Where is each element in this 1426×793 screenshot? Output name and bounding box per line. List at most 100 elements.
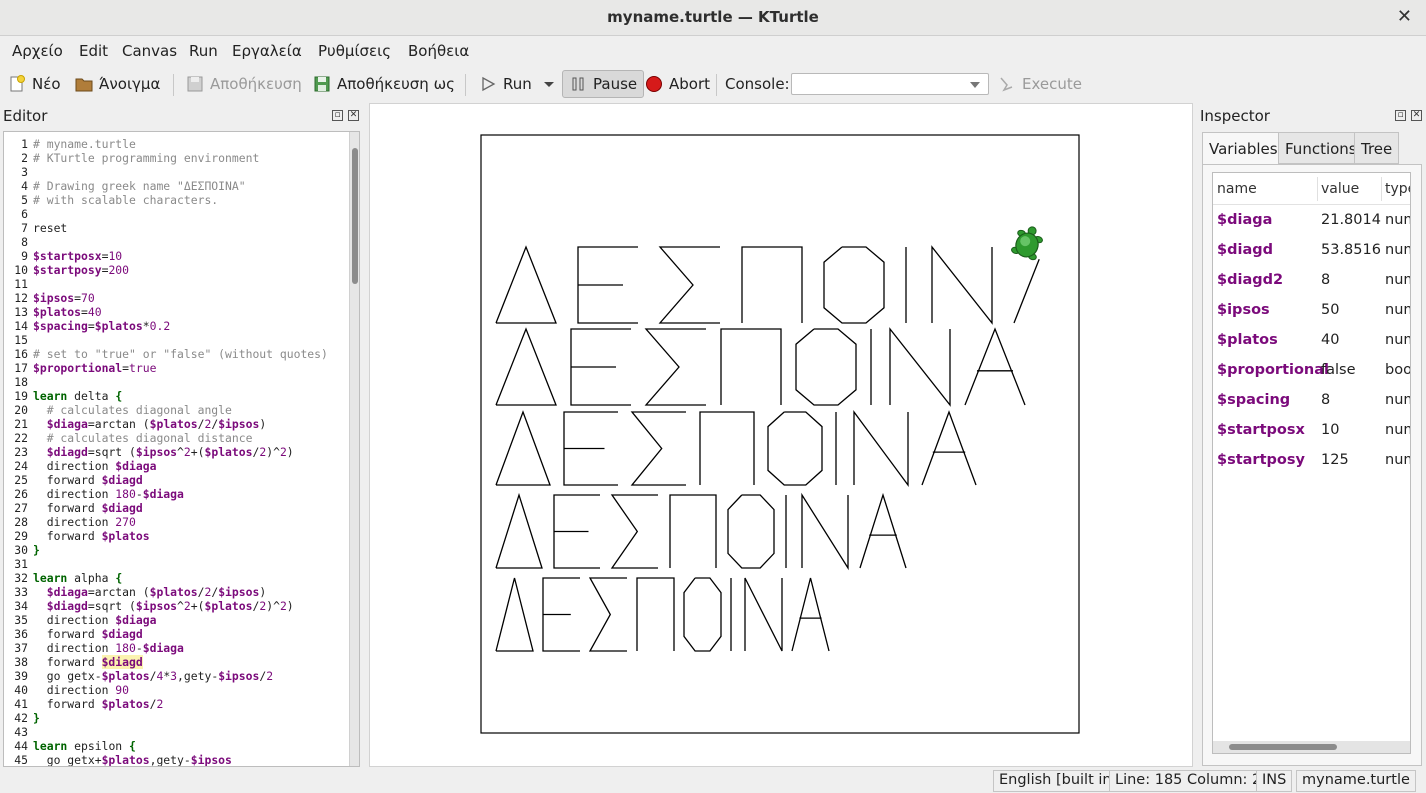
tab-functions[interactable]: Functions	[1278, 132, 1364, 164]
code-line[interactable]: 10 $startposy=200	[4, 263, 349, 277]
code-line[interactable]: 15	[4, 333, 349, 347]
code-line[interactable]: 36 forward $diagd	[4, 627, 349, 641]
save-as-button[interactable]: Αποθήκευση ως	[313, 70, 455, 98]
save-button[interactable]: Αποθήκευση	[186, 70, 302, 98]
tab-variables[interactable]: Variables	[1202, 132, 1285, 165]
code-line[interactable]: 37 direction 180-$diaga	[4, 641, 349, 655]
code-line[interactable]: 3	[4, 165, 349, 179]
table-row[interactable]: $diaga 21.8014num	[1213, 206, 1410, 236]
code-line[interactable]: 38 forward $diagd	[4, 655, 349, 669]
code-line[interactable]: 35 direction $diaga	[4, 613, 349, 627]
code-line[interactable]: 13 $platos=40	[4, 305, 349, 319]
code-line[interactable]: 5 # with scalable characters.	[4, 193, 349, 207]
line-number: 3	[21, 165, 28, 179]
column-header-name[interactable]: name	[1217, 181, 1257, 197]
column-header-value[interactable]: value	[1321, 181, 1359, 197]
table-row[interactable]: $ipsos 50 num	[1213, 296, 1410, 326]
table-hscrollbar[interactable]	[1213, 741, 1410, 753]
run-speed-dropdown[interactable]	[543, 70, 555, 98]
table-row[interactable]: $proportional false boo	[1213, 356, 1410, 386]
table-row[interactable]: $startposx 10 num	[1213, 416, 1410, 446]
code-line[interactable]: 4 # Drawing greek name "ΔΕΣΠΟΙΝΑ"	[4, 179, 349, 193]
table-row[interactable]: $diagd 53.8516num	[1213, 236, 1410, 266]
table-row[interactable]: $diagd2 8 num	[1213, 266, 1410, 296]
code-line[interactable]: 44 learn epsilon {	[4, 739, 349, 753]
code-text: $ipsos=70	[33, 291, 95, 305]
code-line[interactable]: 21 $diaga=arctan ($platos/2/$ipsos)	[4, 417, 349, 431]
code-line[interactable]: 2 # KTurtle programming environment	[4, 151, 349, 165]
menu-file[interactable]: Αρχείο	[12, 42, 63, 60]
pause-button[interactable]: Pause	[562, 70, 645, 98]
line-number: 11	[14, 277, 28, 291]
code-line[interactable]: 14 $spacing=$platos*0.2	[4, 319, 349, 333]
code-line[interactable]: 11	[4, 277, 349, 291]
line-number: 9	[21, 249, 28, 263]
code-line[interactable]: 28 direction 270	[4, 515, 349, 529]
menu-settings[interactable]: Ρυθμίσεις	[318, 42, 391, 60]
float-dock-icon[interactable]: ▫	[1395, 110, 1406, 121]
code-line[interactable]: 17 $proportional=true	[4, 361, 349, 375]
chevron-down-icon[interactable]	[970, 82, 980, 88]
status-mode[interactable]: INS	[1256, 770, 1293, 792]
abort-button[interactable]: Abort	[645, 70, 710, 98]
code-line[interactable]: 40 direction 90	[4, 683, 349, 697]
code-line[interactable]: 8	[4, 235, 349, 249]
abort-label: Abort	[669, 75, 711, 93]
scrollbar-thumb[interactable]	[1229, 744, 1337, 750]
code-line[interactable]: 29 forward $platos	[4, 529, 349, 543]
code-line[interactable]: 1 # myname.turtle	[4, 137, 349, 151]
code-line[interactable]: 34 $diagd=sqrt ($ipsos^2+($platos/2)^2)	[4, 599, 349, 613]
menu-tools[interactable]: Εργαλεία	[232, 42, 302, 60]
code-line[interactable]: 12 $ipsos=70	[4, 291, 349, 305]
status-language[interactable]: English [built in]	[993, 770, 1124, 792]
close-window-button[interactable]: ✕	[1397, 6, 1412, 27]
execute-button[interactable]: Execute	[998, 70, 1082, 98]
code-line[interactable]: 39 go getx-$platos/4*3,gety-$ipsos/2	[4, 669, 349, 683]
code-line[interactable]: 26 direction 180-$diaga	[4, 487, 349, 501]
code-lines: 1 # myname.turtle 2 # KTurtle programming e…	[4, 137, 349, 766]
table-row[interactable]: $spacing 8 num	[1213, 386, 1410, 416]
code-line[interactable]: 45 go getx+$platos,gety-$ipsos	[4, 753, 349, 766]
code-line[interactable]: 41 forward $platos/2	[4, 697, 349, 711]
code-line[interactable]: 23 $diagd=sqrt ($ipsos^2+($platos/2)^2)	[4, 445, 349, 459]
code-line[interactable]: 42}	[4, 711, 349, 725]
code-editor[interactable]: 1 # myname.turtle 2 # KTurtle programming e…	[3, 131, 360, 767]
menu-edit[interactable]: Edit	[79, 42, 108, 60]
code-line[interactable]: 33 $diaga=arctan ($platos/2/$ipsos)	[4, 585, 349, 599]
close-dock-icon[interactable]: ✕	[348, 110, 359, 121]
variable-value: 8	[1321, 392, 1331, 408]
line-number: 15	[14, 333, 28, 347]
table-row[interactable]: $startposy 125 num	[1213, 446, 1410, 476]
close-dock-icon[interactable]: ✕	[1411, 110, 1422, 121]
new-button[interactable]: Νέο	[8, 70, 61, 98]
code-line[interactable]: 9 $startposx=10	[4, 249, 349, 263]
column-header-type[interactable]: type	[1385, 181, 1410, 197]
code-line[interactable]: 30}	[4, 543, 349, 557]
code-line[interactable]: 31	[4, 557, 349, 571]
scrollbar-thumb[interactable]	[352, 148, 358, 284]
code-line[interactable]: 19 learn delta {	[4, 389, 349, 403]
menu-canvas[interactable]: Canvas	[122, 42, 177, 60]
code-line[interactable]: 18	[4, 375, 349, 389]
code-line[interactable]: 25 forward $diagd	[4, 473, 349, 487]
editor-scrollbar[interactable]	[349, 132, 359, 766]
run-button[interactable]: Run	[479, 70, 532, 98]
code-line[interactable]: 16 # set to "true" or "false" (without qu…	[4, 347, 349, 361]
console-input[interactable]	[791, 73, 989, 95]
code-text: direction $diaga	[33, 613, 157, 627]
code-line[interactable]: 24 direction $diaga	[4, 459, 349, 473]
code-line[interactable]: 27 forward $diagd	[4, 501, 349, 515]
table-row[interactable]: $platos 40 num	[1213, 326, 1410, 356]
code-line[interactable]: 22 # calculates diagonal distance	[4, 431, 349, 445]
code-line[interactable]: 43	[4, 725, 349, 739]
float-dock-icon[interactable]: ▫	[332, 110, 343, 121]
code-line[interactable]: 20 # calculates diagonal angle	[4, 403, 349, 417]
code-line[interactable]: 6	[4, 207, 349, 221]
tab-tree[interactable]: Tree	[1354, 132, 1400, 164]
menu-run[interactable]: Run	[189, 42, 218, 60]
open-button[interactable]: Άνοιγμα	[75, 70, 160, 98]
code-line[interactable]: 7 reset	[4, 221, 349, 235]
menu-help[interactable]: Βοήθεια	[408, 42, 469, 60]
code-line[interactable]: 32 learn alpha {	[4, 571, 349, 585]
canvas-area[interactable]	[369, 103, 1193, 767]
